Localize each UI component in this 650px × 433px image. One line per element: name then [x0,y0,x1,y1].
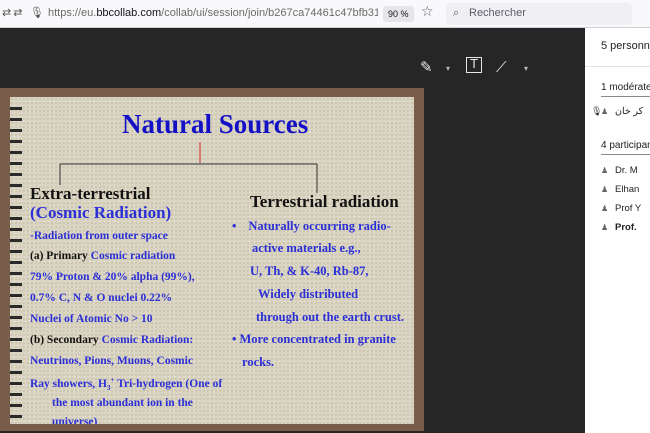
pencil-icon[interactable]: ✎ [420,58,433,76]
right-line: • More concentrated in granite [232,332,396,346]
user-icon: ♟ [601,223,609,232]
slide-line: (a) Primary Cosmic radiation [30,250,176,262]
attendee-row-moderator[interactable]: ♟ کر خان [601,106,643,117]
line-caret-icon[interactable]: ▾ [524,64,528,73]
slide-line: -Radiation from outer space [30,230,168,242]
url-domain: bbcollab.com [96,7,162,19]
right-line: active materials e.g., [252,241,361,255]
line-tool-icon[interactable]: ⟋ [496,58,507,76]
url-path: /collab/ui/session/join/b267ca74461c47bf… [161,7,378,19]
attendee-count: 5 personnes [601,40,650,52]
user-icon: ♟ [601,107,609,116]
user-icon: ♟ [601,166,609,175]
attendees-panel: 5 personnes 1 modérateur 🎙 ♟کر خان 4 par… [585,28,650,433]
right-line: • Naturally occurring radio- [232,219,391,233]
attendee-row[interactable]: ♟ Dr. M [601,165,638,176]
search-placeholder: Rechercher [469,7,526,19]
search-input[interactable]: ⌕ Rechercher [446,3,632,25]
slide-line: (b) Secondary Cosmic Radiation: [30,334,194,346]
attendee-name: کر خان [615,106,644,117]
slide-frame: Natural Sources Extra-terrestrial (Cosmi… [0,88,424,431]
url-prefix: https://eu. [48,7,97,19]
divider [601,96,650,97]
browser-toolbar: ⇄⇄ 🎙 https://eu.bbcollab.com/collab/ui/s… [0,0,650,28]
slide: Natural Sources Extra-terrestrial (Cosmi… [10,97,414,424]
attendee-row[interactable]: ♟ Prof Y [601,203,641,214]
search-icon: ⌕ [453,6,460,19]
slide-line: universe) [52,416,98,424]
right-line: rocks. [242,355,275,369]
pencil-caret-icon[interactable]: ▾ [446,64,450,73]
address-bar[interactable]: https://eu.bbcollab.com/collab/ui/sessio… [48,7,378,19]
right-line: through out the earth crust. [256,310,405,324]
participants-section-label: 4 participants [601,140,650,151]
left-heading-2: (Cosmic Radiation) [30,203,172,222]
divider [601,154,650,155]
right-heading: Terrestrial radiation [250,192,399,211]
attendee-name: Elhan [615,184,640,195]
attendee-name: Prof. [615,222,637,233]
attendee-row[interactable]: ♟ Elhan [601,184,639,195]
slide-line: Neutrinos, Pions, Muons, Cosmic [30,355,193,367]
attendee-name: Prof Y [615,203,642,214]
zoom-level-button[interactable]: 90 % [383,6,414,22]
divider [585,66,650,67]
right-line: U, Th, & K-40, Rb-87, [250,264,369,278]
attendee-row[interactable]: ♟ Prof. [601,222,637,233]
slide-line: the most abundant ion in the [52,397,193,409]
site-permissions-icon[interactable]: ⇄⇄ 🎙 [2,6,46,19]
text-tool-icon[interactable]: T [466,57,482,73]
left-heading-1: Extra-terrestrial [30,184,151,203]
slide-line: Ray showers, H3+ Tri-hydrogen (One of [30,376,223,393]
right-line: Widely distributed [258,287,359,301]
bookmark-star-icon[interactable]: ☆ [421,4,434,20]
slide-line: Nuclei of Atomic No > 10 [30,313,153,325]
attendee-name: Dr. M [615,165,638,176]
slide-line: 79% Proton & 20% alpha (99%), [30,271,195,283]
user-icon: ♟ [601,185,609,194]
moderators-section-label: 1 modérateur [601,82,650,93]
user-icon: ♟ [601,204,609,213]
slide-line: 0.7% C, N & O nuclei 0.22% [30,292,173,304]
whiteboard-stage: ✎ ▾ T ⟋ ▾ Natural Sources Extra-terrestr… [0,28,585,433]
